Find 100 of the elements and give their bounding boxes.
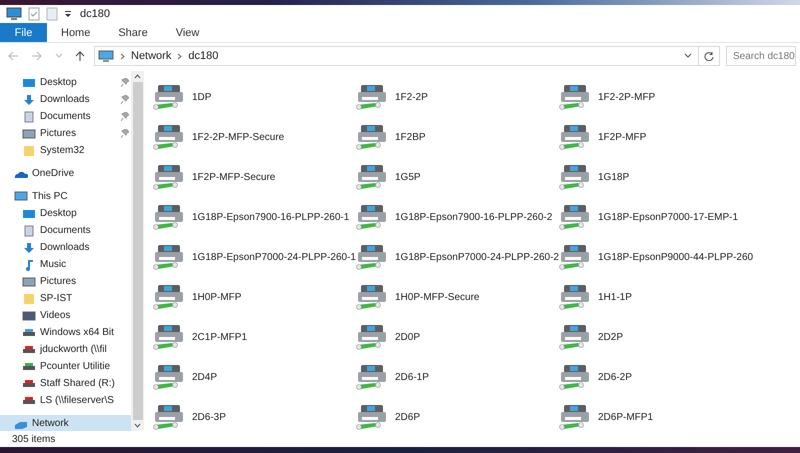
computer-icon — [98, 50, 114, 62]
dropdown-icon[interactable] — [684, 53, 692, 59]
ribbon-tab[interactable]: Share — [104, 23, 162, 42]
picture-icon — [22, 128, 36, 140]
scrollbar[interactable] — [131, 71, 144, 431]
printer-item[interactable]: 1G18P-Epson7900-16-PLPP-260-2 — [355, 197, 558, 237]
sidebar-item[interactable]: Staff Shared (R:) — [0, 375, 131, 392]
sidebar-item[interactable]: LS (\\fileserver\S — [0, 392, 131, 409]
sidebar-item[interactable]: This PC — [0, 188, 131, 205]
printer-item[interactable]: 2D6-2P — [558, 357, 761, 397]
printer-icon — [558, 283, 592, 311]
sidebar-item[interactable]: Pictures — [0, 125, 131, 142]
sidebar-item[interactable]: Desktop — [0, 205, 131, 222]
video-icon — [22, 310, 36, 322]
printer-icon — [558, 83, 592, 111]
printer-icon — [355, 83, 389, 111]
printer-icon — [355, 163, 389, 191]
printer-item[interactable]: 2D4P — [152, 357, 355, 397]
drive-disconnected-icon — [22, 394, 36, 406]
chevron-icon — [120, 52, 125, 60]
breadcrumb[interactable]: Network — [131, 50, 172, 62]
up-icon[interactable] — [75, 50, 85, 62]
download-icon — [22, 242, 36, 254]
sidebar-item[interactable]: Pictures — [0, 273, 131, 290]
ribbon-tab[interactable]: File — [0, 23, 47, 42]
sidebar-item[interactable]: Downloads — [0, 239, 131, 256]
sidebar-item[interactable]: jduckworth (\\fil — [0, 341, 131, 358]
address-field[interactable]: Network dc180 — [94, 46, 699, 66]
printer-icon — [152, 123, 186, 151]
printer-item[interactable]: 1H1-1P — [558, 277, 761, 317]
printer-icon — [355, 123, 389, 151]
printer-item[interactable]: 1H0P-MFP — [152, 277, 355, 317]
printer-icon — [558, 203, 592, 231]
printer-item[interactable]: 1G18P-Epson7900-16-PLPP-260-1 — [152, 197, 355, 237]
printer-icon — [558, 163, 592, 191]
search-field[interactable]: Search dc180 — [726, 46, 796, 66]
sidebar-item[interactable]: Desktop — [0, 74, 131, 91]
printer-icon — [355, 203, 389, 231]
refresh-button[interactable] — [699, 46, 720, 66]
printer-icon — [558, 403, 592, 431]
printer-item[interactable]: 2D6P-MFP1 — [558, 397, 761, 431]
sidebar-item[interactable]: SP-IST — [0, 290, 131, 307]
sidebar-item[interactable]: Documents — [0, 222, 131, 239]
printer-icon — [355, 243, 389, 271]
printer-icon — [558, 323, 592, 351]
os-drive-icon — [22, 326, 36, 338]
document-icon — [22, 110, 36, 122]
printer-item[interactable]: 1G18P-EpsonP9000-44-PLPP-260 — [558, 237, 761, 277]
printer-icon — [152, 363, 186, 391]
printer-item[interactable]: 1G18P-EpsonP7000-17-EMP-1 — [558, 197, 761, 237]
item-count: 305 items — [12, 434, 56, 444]
sidebar-item[interactable]: System32 — [0, 142, 131, 159]
sidebar-item[interactable]: Network — [0, 415, 131, 431]
computer-icon — [6, 7, 22, 21]
dropdown-icon[interactable] — [64, 10, 72, 18]
drive-disconnected-icon — [22, 344, 36, 356]
printer-item[interactable]: 2D6P — [355, 397, 558, 431]
printer-item[interactable]: 1DP — [152, 77, 355, 117]
printer-icon — [152, 203, 186, 231]
printer-item[interactable]: 2D6-3P — [152, 397, 355, 431]
printer-item[interactable]: 1G18P — [558, 157, 761, 197]
printer-item[interactable]: 1G5P — [355, 157, 558, 197]
printer-icon — [152, 83, 186, 111]
chevron-icon — [177, 52, 182, 60]
scroll-up-icon[interactable] — [134, 74, 141, 79]
printer-icon — [355, 283, 389, 311]
sidebar-item[interactable]: Downloads — [0, 91, 131, 108]
printer-item[interactable]: 2D0P — [355, 317, 558, 357]
sidebar-item[interactable]: Music — [0, 256, 131, 273]
sidebar-item[interactable]: Documents — [0, 108, 131, 125]
sidebar-item[interactable]: Windows x64 Bit — [0, 324, 131, 341]
printer-icon — [152, 243, 186, 271]
printer-item[interactable]: 1G18P-EpsonP7000-24-PLPP-260-2 — [355, 237, 558, 277]
window-title: dc180 — [80, 8, 110, 20]
picture-icon — [22, 276, 36, 288]
folder-icon — [22, 144, 36, 156]
printer-item[interactable]: 2D6-1P — [355, 357, 558, 397]
printer-item[interactable]: 1F2P-MFP — [558, 117, 761, 157]
ribbon-tab[interactable]: View — [162, 23, 214, 42]
printer-item[interactable]: 2D2P — [558, 317, 761, 357]
sidebar-item[interactable]: OneDrive — [0, 165, 131, 182]
printer-item[interactable]: 1F2-2P-MFP-Secure — [152, 117, 355, 157]
sidebar-item[interactable]: Videos — [0, 307, 131, 324]
printer-item[interactable]: 1F2P-MFP-Secure — [152, 157, 355, 197]
breadcrumb[interactable]: dc180 — [188, 50, 218, 62]
printer-item[interactable]: 2C1P-MFP1 — [152, 317, 355, 357]
printer-item[interactable]: 1H0P-MFP-Secure — [355, 277, 558, 317]
ribbon-tab[interactable]: Home — [47, 23, 104, 42]
sidebar-item[interactable]: Pcounter Utilitie — [0, 358, 131, 375]
scroll-down-icon[interactable] — [134, 423, 141, 428]
drive-icon — [22, 360, 36, 372]
printer-item[interactable]: 1F2BP — [355, 117, 558, 157]
printer-icon — [152, 323, 186, 351]
folder-icon — [22, 292, 36, 304]
printer-item[interactable]: 1F2-2P-MFP — [558, 77, 761, 117]
printer-icon — [152, 283, 186, 311]
printer-icon — [355, 323, 389, 351]
printer-icon — [558, 363, 592, 391]
printer-item[interactable]: 1F2-2P — [355, 77, 558, 117]
printer-item[interactable]: 1G18P-EpsonP7000-24-PLPP-260-1 — [152, 237, 355, 277]
